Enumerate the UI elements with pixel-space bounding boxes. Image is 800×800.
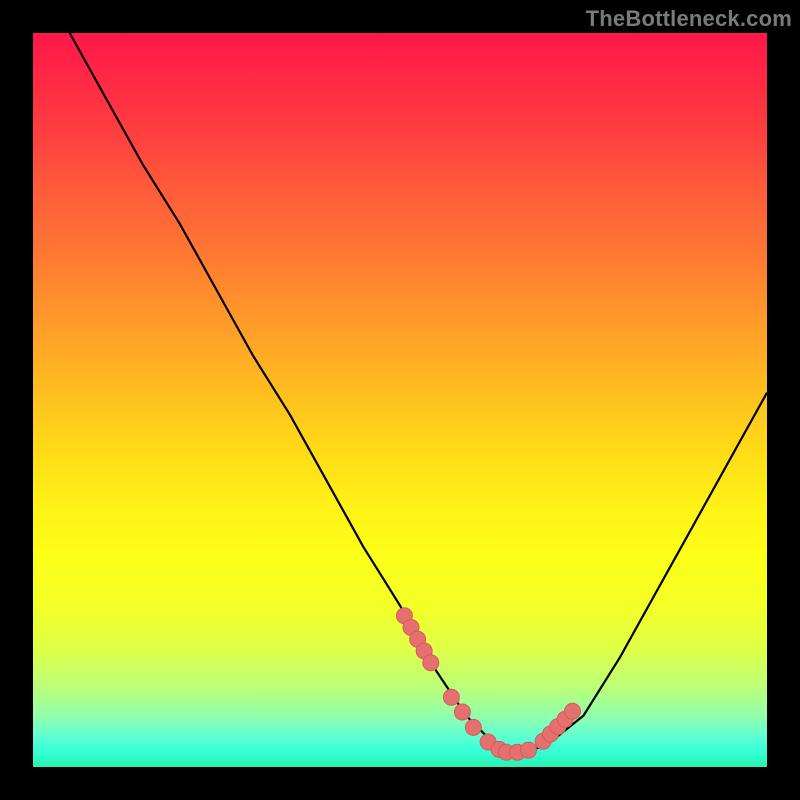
marker-dot <box>443 689 459 705</box>
chart-frame: TheBottleneck.com <box>0 0 800 800</box>
marker-dot <box>565 703 581 719</box>
marker-dot <box>521 742 537 758</box>
marker-dot <box>454 704 470 720</box>
data-markers <box>396 608 580 761</box>
watermark-text: TheBottleneck.com <box>586 6 792 32</box>
marker-dot <box>465 719 481 735</box>
marker-dot <box>423 655 439 671</box>
chart-svg <box>33 33 767 767</box>
